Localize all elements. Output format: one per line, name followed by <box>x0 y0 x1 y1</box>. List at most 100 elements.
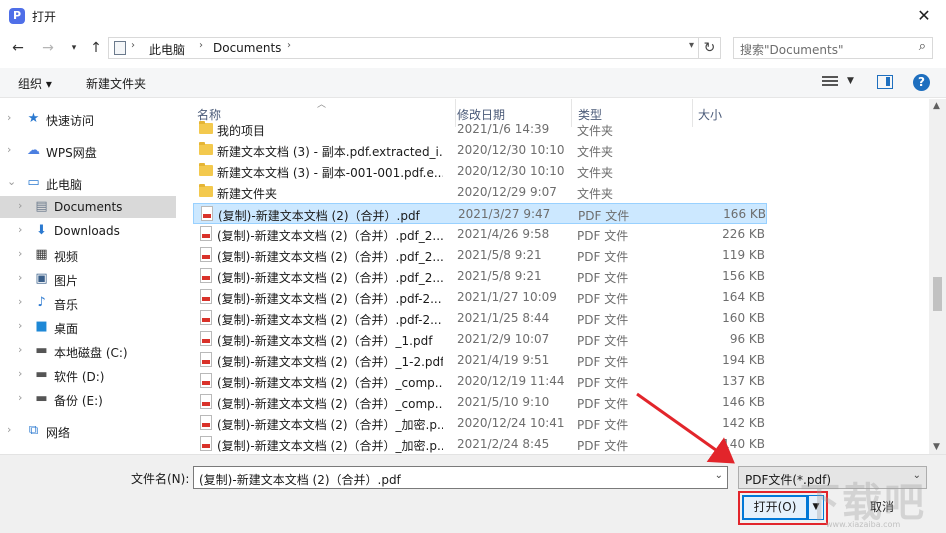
file-type: 文件夹 <box>577 166 614 180</box>
table-row[interactable]: (复制)-新建文本文档 (2)（合并）_1.pdf 2021/2/9 10:07 P… <box>193 329 767 350</box>
file-type: PDF 文件 <box>577 292 629 306</box>
view-options-icon[interactable] <box>822 76 838 90</box>
pdf-file-icon <box>200 289 212 304</box>
chevron-right-icon[interactable]: › <box>287 40 291 51</box>
table-row[interactable]: (复制)-新建文本文档 (2)（合并）.pdf-2... 2021/1/27 10… <box>193 287 767 308</box>
chevron-right-icon[interactable]: › <box>7 423 11 436</box>
sidebar-item-this-pc[interactable]: ⌄ ▭ 此电脑 <box>0 172 176 194</box>
network-icon: ⧉ <box>28 423 39 438</box>
preview-pane-icon[interactable] <box>877 75 893 89</box>
sidebar-item-label: Documents <box>54 200 123 214</box>
chevron-right-icon[interactable]: › <box>18 343 22 356</box>
address-bar[interactable]: › 此电脑 › Documents › ▾ <box>108 37 699 59</box>
table-row[interactable]: (复制)-新建文本文档 (2)（合并）_加密.p... 2020/12/24 10… <box>193 413 767 434</box>
sidebar-item-music[interactable]: › ♪ 音乐 <box>0 292 176 314</box>
scroll-up-icon[interactable]: ▲ <box>933 101 940 111</box>
chevron-right-icon[interactable]: › <box>7 143 11 156</box>
file-date: 2021/5/8 9:21 <box>457 248 542 262</box>
table-row[interactable]: 新建文本文档 (3) - 副本.pdf.extracted_i... 2020/1… <box>193 140 767 161</box>
view-dropdown-icon[interactable]: ▼ <box>847 76 854 86</box>
sidebar-item-drive-e[interactable]: › ▬ 备份 (E:) <box>0 388 176 410</box>
table-row[interactable]: (复制)-新建文本文档 (2)（合并）_comp... 2020/12/19 11… <box>193 371 767 392</box>
table-row[interactable]: (复制)-新建文本文档 (2)（合并）.pdf 2021/3/27 9:47 PDF… <box>193 203 767 224</box>
file-date: 2021/4/19 9:51 <box>457 353 550 367</box>
sidebar-item-desktop[interactable]: › ■ 桌面 <box>0 316 176 338</box>
file-date: 2021/1/25 8:44 <box>457 311 550 325</box>
music-icon: ♪ <box>37 295 46 310</box>
breadcrumb-documents[interactable]: Documents <box>213 41 281 55</box>
file-type: PDF 文件 <box>577 376 629 390</box>
chevron-down-icon[interactable]: ▾ <box>64 38 84 58</box>
sidebar-item-drive-c[interactable]: › ▬ 本地磁盘 (C:) <box>0 340 176 362</box>
file-type: PDF 文件 <box>577 439 629 453</box>
file-date: 2021/3/27 9:47 <box>458 207 551 221</box>
sidebar-item-videos[interactable]: › ▦ 视频 <box>0 244 176 266</box>
table-row[interactable]: 新建文本文档 (3) - 副本-001-001.pdf.e... 2020/12/… <box>193 161 767 182</box>
sidebar-item-label: 视频 <box>54 250 79 264</box>
arrow-right-icon[interactable]: → <box>38 38 58 58</box>
help-icon[interactable]: ? <box>913 74 930 91</box>
file-type: PDF 文件 <box>577 334 629 348</box>
folder-icon <box>199 184 213 197</box>
close-icon[interactable]: ✕ <box>914 6 934 26</box>
chevron-right-icon[interactable]: › <box>18 199 22 212</box>
scrollbar-thumb[interactable] <box>933 277 942 311</box>
chevron-right-icon[interactable]: › <box>18 367 22 380</box>
file-type: PDF 文件 <box>577 355 629 369</box>
table-row[interactable]: (复制)-新建文本文档 (2)（合并）.pdf_2... 2021/4/26 9:… <box>193 224 767 245</box>
table-row[interactable]: (复制)-新建文本文档 (2)（合并）.pdf-2... 2021/1/25 8:… <box>193 308 767 329</box>
search-input[interactable]: 搜索"Documents" ⌕ <box>733 37 933 59</box>
drive-icon: ▬ <box>35 391 48 406</box>
table-row[interactable]: (复制)-新建文本文档 (2)（合并）.pdf_2... 2021/5/8 9:2… <box>193 266 767 287</box>
table-row[interactable]: (复制)-新建文本文档 (2)（合并）.pdf_2... 2021/5/8 9:2… <box>193 245 767 266</box>
address-dropdown-icon[interactable]: ▾ <box>689 40 694 51</box>
sidebar-item-quick-access[interactable]: › ★ 快速访问 <box>0 108 176 130</box>
chevron-right-icon[interactable]: › <box>131 40 135 51</box>
chevron-right-icon[interactable]: › <box>18 391 22 404</box>
open-button[interactable]: 打开(O) <box>742 495 808 520</box>
table-row[interactable]: 我的项目 2021/1/6 14:39 文件夹 <box>193 119 767 140</box>
sidebar-item-downloads[interactable]: › ⬇ Downloads <box>0 220 176 242</box>
table-row[interactable]: 新建文件夹 2020/12/29 9:07 文件夹 <box>193 182 767 203</box>
sidebar-item-documents[interactable]: › ▤ Documents <box>0 196 176 218</box>
sidebar-item-network[interactable]: › ⧉ 网络 <box>0 420 176 442</box>
chevron-right-icon[interactable]: › <box>18 319 22 332</box>
file-size: 119 KB <box>722 248 765 262</box>
file-name: (复制)-新建文本文档 (2)（合并）_comp... <box>217 397 443 411</box>
sidebar-item-label: 软件 (D:) <box>54 370 105 384</box>
chevron-right-icon[interactable]: › <box>18 247 22 260</box>
chevron-right-icon[interactable]: › <box>18 295 22 308</box>
sidebar-item-drive-d[interactable]: › ▬ 软件 (D:) <box>0 364 176 386</box>
table-row[interactable]: (复制)-新建文本文档 (2)（合并）_1-2.pdf 2021/4/19 9:5… <box>193 350 767 371</box>
table-row[interactable]: (复制)-新建文本文档 (2)（合并）_加密.p... 2021/2/24 8:4… <box>193 434 767 454</box>
new-folder-button[interactable]: 新建文件夹 <box>86 75 146 92</box>
chevron-right-icon[interactable]: › <box>18 271 22 284</box>
file-name: (复制)-新建文本文档 (2)（合并）.pdf-2... <box>217 313 442 327</box>
arrow-left-icon[interactable]: ← <box>8 38 28 58</box>
refresh-icon[interactable]: ↻ <box>699 37 721 59</box>
sidebar-item-pictures[interactable]: › ▣ 图片 <box>0 268 176 290</box>
scroll-down-icon[interactable]: ▼ <box>933 442 940 452</box>
chevron-right-icon[interactable]: › <box>199 40 203 51</box>
file-name: 新建文本文档 (3) - 副本-001-001.pdf.e... <box>217 166 443 180</box>
search-icon[interactable]: ⌕ <box>919 39 926 54</box>
chevron-right-icon[interactable]: › <box>7 111 11 124</box>
file-date: 2020/12/30 10:10 <box>457 164 565 178</box>
chevron-right-icon[interactable]: › <box>18 223 22 236</box>
file-type: PDF 文件 <box>577 397 629 411</box>
sidebar-item-label: 图片 <box>54 274 79 288</box>
file-size: 96 KB <box>729 332 765 346</box>
star-icon: ★ <box>27 111 40 126</box>
breadcrumb-this-pc[interactable]: 此电脑 <box>149 41 185 58</box>
table-row[interactable]: (复制)-新建文本文档 (2)（合并）_comp... 2021/5/10 9:1… <box>193 392 767 413</box>
file-name: 新建文本文档 (3) - 副本.pdf.extracted_i... <box>217 145 443 159</box>
navigation-bar: ← → ▾ ↑ › 此电脑 › Documents › ▾ ↻ 搜索"Docum… <box>0 32 946 64</box>
filename-field[interactable]: (复制)-新建文本文档 (2)（合并）.pdf ⌄ <box>193 466 728 489</box>
vertical-scrollbar[interactable]: ▲ ▼ <box>929 99 946 454</box>
arrow-up-icon[interactable]: ↑ <box>86 38 106 58</box>
organize-button[interactable]: 组织 ▾ <box>18 75 52 92</box>
chevron-down-icon[interactable]: ⌄ <box>7 175 16 188</box>
file-date: 2021/4/26 9:58 <box>457 227 550 241</box>
chevron-down-icon[interactable]: ⌄ <box>715 470 723 481</box>
sidebar-item-wps-cloud[interactable]: › ☁ WPS网盘 <box>0 140 176 162</box>
